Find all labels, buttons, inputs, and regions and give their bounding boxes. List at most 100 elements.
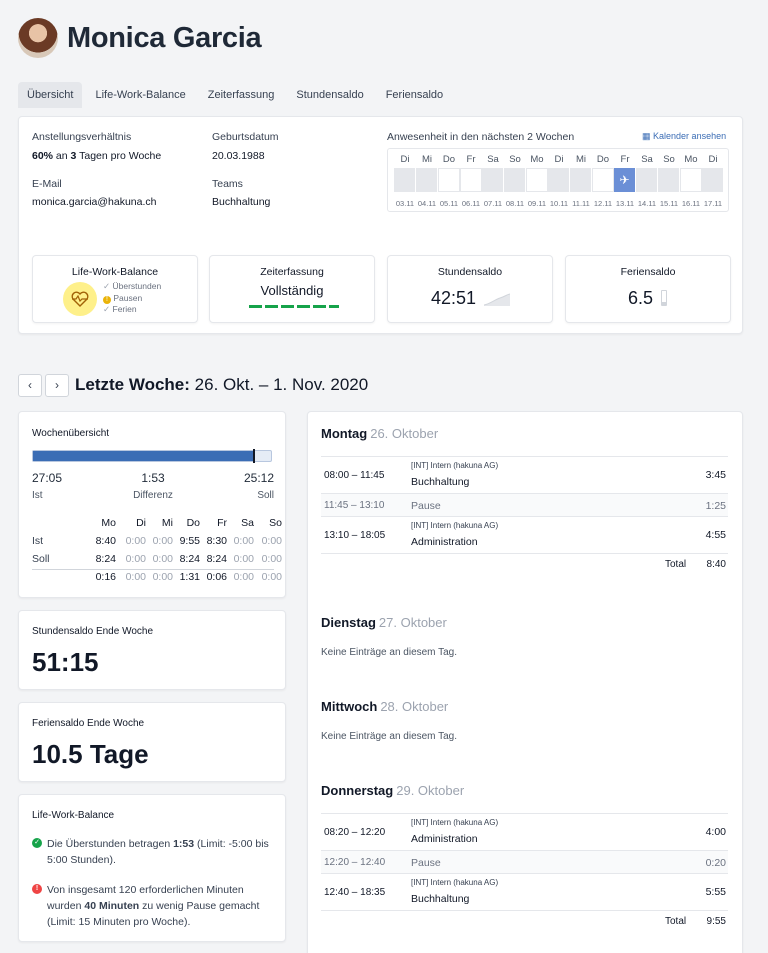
overview-day-header: Mi: [161, 517, 173, 529]
calendar-day-cell[interactable]: [504, 168, 526, 192]
pause-row[interactable]: 11:45 – 13:10 Pause 1:25: [321, 493, 728, 516]
teams-value: Buchhaltung: [212, 196, 271, 208]
entry-task: Administration: [411, 536, 478, 548]
entry-time: 13:10 – 18:05: [324, 530, 386, 541]
calendar-day-cell[interactable]: [416, 168, 438, 192]
next-week-button[interactable]: ›: [45, 374, 69, 397]
stat-card-stundensaldo[interactable]: Stundensaldo 42:51: [387, 255, 553, 323]
calendar-day-cell[interactable]: [592, 168, 614, 192]
email-value[interactable]: monica.garcia@hakuna.ch: [32, 196, 156, 208]
calendar-link[interactable]: ▦ Kalender ansehen: [642, 131, 726, 142]
stat-zeit-title: Zeiterfassung: [260, 266, 324, 278]
time-entry-row[interactable]: 08:20 – 12:20 [INT] Intern (hakuna AG) Adm…: [321, 813, 728, 850]
calendar-day-label: So: [663, 154, 675, 165]
overview-cell: 8:24: [179, 553, 200, 565]
saldo-value: 51:15: [32, 647, 99, 677]
calendar-date-label: 05.11: [439, 199, 459, 208]
entry-duration: 1:25: [705, 500, 726, 512]
avatar: [18, 18, 58, 58]
birth-label: Geburtsdatum: [212, 131, 279, 143]
prev-week-button[interactable]: ‹: [18, 374, 42, 397]
employment-label: Anstellungsverhältnis: [32, 131, 132, 143]
calendar-day-cell[interactable]: [570, 168, 592, 192]
overview-ist-label: Ist: [32, 490, 43, 501]
calendar-date-label: 08.11: [505, 199, 525, 208]
calendar-day-cell[interactable]: [438, 168, 460, 192]
calendar-date-label: 17.11: [703, 199, 723, 208]
time-entry-row[interactable]: 12:40 – 18:35 [INT] Intern (hakuna AG) Buc…: [321, 873, 728, 910]
overview-cell: 1:31: [179, 571, 200, 583]
page-title: Monica Garcia: [67, 22, 262, 54]
calendar-day-cell[interactable]: [658, 168, 680, 192]
entry-duration: 4:55: [705, 529, 726, 541]
overview-day-header: Mo: [101, 517, 116, 529]
calendar-day-cell[interactable]: [394, 168, 416, 192]
calendar-date-label: 06.11: [461, 199, 481, 208]
stat-card-feriensaldo[interactable]: Feriensaldo 6.5: [565, 255, 731, 323]
calendar-date-label: 15.11: [659, 199, 679, 208]
calendar-date-label: 03.11: [395, 199, 415, 208]
stat-ferien-value: 6.5: [628, 288, 654, 308]
entry-task: Buchhaltung: [411, 893, 470, 905]
tab-feriensaldo[interactable]: Feriensaldo: [377, 82, 452, 108]
calendar-day-label: Di: [400, 154, 410, 165]
chevron-right-icon: ›: [55, 378, 59, 392]
montag-total-label: Total: [665, 559, 687, 570]
entry-task: Buchhaltung: [411, 476, 470, 488]
saldo-title: Stundensaldo Ende Woche: [32, 626, 154, 637]
overview-cell: 0:00: [152, 571, 173, 583]
calendar-date-label: 07.11: [483, 199, 503, 208]
tab-zeiterfassung[interactable]: Zeiterfassung: [199, 82, 284, 108]
overview-day-header: Di: [136, 517, 146, 529]
entry-time: 12:40 – 18:35: [324, 887, 386, 898]
calendar-day-cell[interactable]: ✈: [614, 168, 636, 192]
montag-total-value: 8:40: [706, 559, 726, 570]
entry-duration: 0:20: [705, 857, 726, 869]
day-heading-mittwoch: Mittwoch 28. Oktober: [321, 699, 449, 714]
time-entry-row[interactable]: 13:10 – 18:05 [INT] Intern (hakuna AG) Adm…: [321, 516, 728, 553]
calendar-day-label: Sa: [487, 154, 499, 165]
entry-time: 11:45 – 13:10: [324, 500, 385, 511]
tab-life-work-balance[interactable]: Life-Work-Balance: [86, 82, 194, 108]
overview-cell: 0:00: [125, 553, 146, 565]
tab-uebersicht[interactable]: Übersicht: [18, 82, 83, 108]
calendar-day-cell[interactable]: [702, 168, 724, 192]
entries-bottom-border: [321, 910, 728, 911]
birth-value: 20.03.1988: [212, 150, 265, 162]
lwb-checklist: ✓ Überstunden ! Pausen ✓ Ferien: [103, 281, 161, 316]
lwb-message-pausen: Von insgesamt 120 erforderlichen Minuten…: [47, 884, 260, 928]
overview-cell: 0:00: [233, 535, 254, 547]
calendar-day-label: Di: [554, 154, 564, 165]
lwb-message-ueberstunden: Die Überstunden betragen 1:53 (Limit: -5…: [47, 838, 269, 866]
calendar-day-label: Do: [596, 154, 610, 165]
entry-time: 08:20 – 12:20: [324, 827, 386, 838]
calendar-day-cell[interactable]: [548, 168, 570, 192]
calendar-day-cell[interactable]: [482, 168, 504, 192]
calendar-day-cell[interactable]: [526, 168, 548, 192]
overview-divider: [32, 569, 274, 570]
week-heading: Letzte Woche: 26. Okt. – 1. Nov. 2020: [75, 375, 369, 394]
stat-card-lwb[interactable]: Life-Work-Balance ✓ Überstunden ! Pausen…: [32, 255, 198, 323]
overview-cell: 0:16: [95, 571, 116, 583]
overview-cell: 0:00: [261, 553, 282, 565]
calendar-day-cell[interactable]: [460, 168, 482, 192]
calendar-date-label: 04.11: [417, 199, 437, 208]
overview-cell: 0:06: [206, 571, 227, 583]
calendar-day-label: Sa: [641, 154, 653, 165]
calendar-date-label: 14.11: [637, 199, 657, 208]
overview-progress: [32, 449, 272, 463]
time-entry-row[interactable]: 08:00 – 11:45 [INT] Intern (hakuna AG) Buc…: [321, 456, 728, 493]
donnerstag-total-value: 9:55: [706, 916, 726, 927]
tab-stundensaldo[interactable]: Stundensaldo: [287, 82, 372, 108]
pause-row[interactable]: 12:20 – 12:40 Pause 0:20: [321, 850, 728, 873]
overview-progress-fill: [33, 451, 255, 461]
calendar-date-label: 13.11: [615, 199, 635, 208]
calendar-day-cell[interactable]: [680, 168, 702, 192]
entry-project: [INT] Intern (hakuna AG): [411, 461, 499, 470]
calendar-day-label: Mo: [530, 154, 544, 165]
stat-card-zeiterfassung[interactable]: Zeiterfassung Vollständig: [209, 255, 375, 323]
mittwoch-no-entries: Keine Einträge an diesem Tag.: [321, 731, 458, 742]
calendar-day-cell[interactable]: [636, 168, 658, 192]
sparkline-icon: [484, 293, 510, 306]
day-heading-montag: Montag 26. Oktober: [321, 426, 439, 441]
